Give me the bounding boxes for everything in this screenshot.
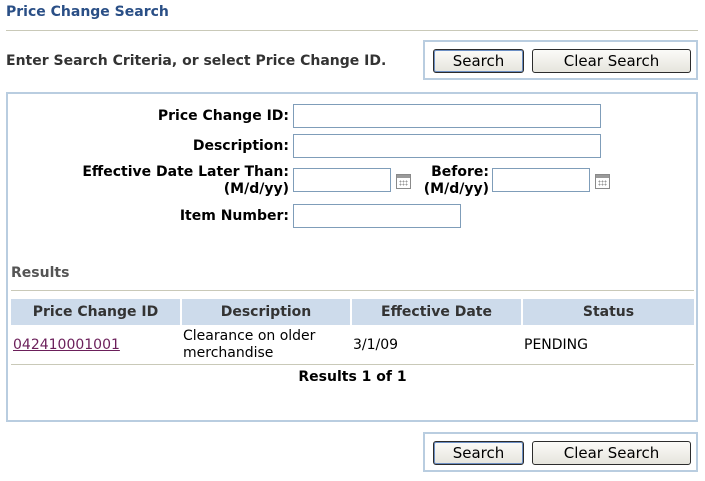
- before-date-label-format: (M/d/yy): [423, 181, 489, 197]
- clear-search-button-top[interactable]: Clear Search: [532, 49, 691, 73]
- search-button-top[interactable]: Search: [433, 49, 524, 73]
- search-instructions: Enter Search Criteria, or select Price C…: [6, 53, 387, 69]
- description-input[interactable]: [293, 134, 601, 158]
- before-date-label: Before: (M/d/yy): [424, 164, 489, 198]
- search-button-bottom[interactable]: Search: [433, 441, 524, 465]
- item-number-label: Item Number:: [179, 208, 289, 224]
- title-divider: [6, 30, 698, 31]
- calendar-icon[interactable]: [396, 174, 411, 189]
- results-count: Results 1 of 1: [298, 369, 407, 385]
- cell-effective-date: 3/1/09: [353, 337, 399, 353]
- results-divider: [11, 290, 694, 291]
- column-header-price-change-id[interactable]: Price Change ID: [11, 299, 182, 325]
- results-row-divider: [11, 364, 694, 365]
- calendar-icon[interactable]: [595, 174, 610, 189]
- description-label: Description:: [192, 138, 289, 154]
- results-section-label: Results: [11, 265, 70, 281]
- cell-description: Clearance on older merchandise: [183, 328, 316, 361]
- effective-date-later-label-format: (M/d/yy): [223, 181, 289, 197]
- bottom-button-bar: Search Clear Search: [423, 432, 698, 472]
- effective-date-later-input[interactable]: [293, 168, 391, 192]
- results-header-row: Price Change ID Description Effective Da…: [11, 299, 694, 325]
- column-header-status[interactable]: Status: [522, 299, 694, 325]
- price-change-id-label: Price Change ID:: [157, 108, 289, 124]
- results-table: Price Change ID Description Effective Da…: [11, 299, 694, 365]
- column-header-effective-date[interactable]: Effective Date: [351, 299, 523, 325]
- cell-status: PENDING: [524, 337, 588, 353]
- clear-search-button-bottom[interactable]: Clear Search: [532, 441, 691, 465]
- price-change-id-input[interactable]: [293, 104, 601, 128]
- cell-price-change-id: 042410001001: [11, 325, 181, 365]
- page-title: Price Change Search: [6, 4, 169, 20]
- item-number-input[interactable]: [293, 204, 461, 228]
- effective-date-later-label: Effective Date Later Than: (M/d/yy): [82, 164, 289, 198]
- top-button-bar: Search Clear Search: [423, 40, 698, 80]
- table-row: 042410001001 Clearance on older merchand…: [11, 325, 694, 365]
- before-date-input[interactable]: [492, 168, 590, 192]
- price-change-id-link[interactable]: 042410001001: [13, 337, 120, 353]
- before-date-label-line1: Before:: [431, 164, 489, 180]
- effective-date-later-label-line1: Effective Date Later Than:: [82, 164, 289, 180]
- column-header-description[interactable]: Description: [181, 299, 352, 325]
